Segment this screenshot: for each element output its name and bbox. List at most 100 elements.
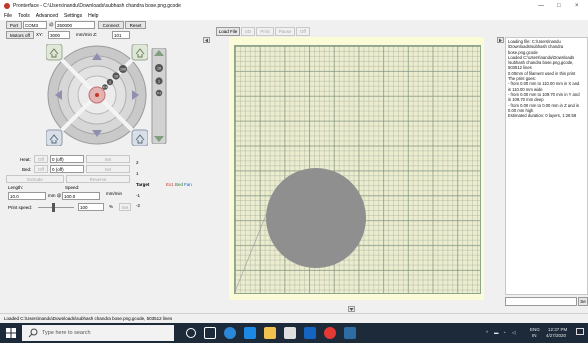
graph-legend-target: Target bbox=[136, 182, 150, 187]
minimize-button[interactable]: — bbox=[538, 3, 544, 9]
home-x-button[interactable] bbox=[46, 44, 63, 61]
word-icon[interactable] bbox=[344, 327, 356, 339]
home-z-button[interactable] bbox=[46, 129, 63, 146]
z-step-label-0-1: 0.1 bbox=[157, 91, 161, 95]
menu-bar: File Tools Advanced Settings Help bbox=[0, 12, 588, 20]
speed-unit-label: mm/min bbox=[106, 191, 122, 196]
bed-set-button[interactable]: Set bbox=[86, 165, 130, 173]
tray-chevron-icon[interactable]: ^ bbox=[486, 330, 488, 335]
menu-settings[interactable]: Settings bbox=[64, 13, 82, 19]
gcode-command-input[interactable] bbox=[505, 297, 577, 306]
taskbar-search-box[interactable]: Type here to search bbox=[22, 325, 174, 341]
print-speed-label: Print speed: bbox=[8, 205, 33, 210]
off-button[interactable]: Off bbox=[296, 27, 310, 36]
maximize-button[interactable]: □ bbox=[557, 3, 561, 9]
mail-icon[interactable] bbox=[304, 327, 316, 339]
print-speed-slider-thumb[interactable] bbox=[52, 203, 55, 212]
z-step-label-10: 10 bbox=[157, 67, 161, 71]
chrome-icon[interactable] bbox=[324, 327, 336, 339]
pronterface-app-icon bbox=[4, 3, 10, 9]
load-file-button[interactable]: Load File bbox=[216, 27, 240, 36]
reverse-button[interactable]: Reverse bbox=[66, 175, 130, 183]
edge-icon[interactable] bbox=[224, 327, 236, 339]
task-view-icon[interactable] bbox=[204, 327, 216, 339]
close-button[interactable]: × bbox=[575, 3, 579, 9]
reset-button[interactable]: Reset bbox=[125, 21, 146, 29]
clock-time[interactable]: 12:37 PM bbox=[548, 327, 567, 332]
search-placeholder: Type here to search bbox=[42, 330, 91, 336]
console-log[interactable]: Loading file: C:\Users\nandu \Downloads\… bbox=[505, 37, 588, 295]
plate-scroll-right-button[interactable] bbox=[497, 37, 504, 43]
scroll-left-arrow-icon bbox=[205, 38, 208, 42]
graph-tick-label: 2 bbox=[136, 160, 139, 165]
language-label[interactable]: ENG bbox=[530, 327, 540, 332]
step-label-10: 10 bbox=[114, 74, 118, 78]
plate-scroll-down-button[interactable] bbox=[348, 306, 355, 312]
print-speed-percent: % bbox=[109, 204, 114, 209]
z-speed-label: mm/min Z: bbox=[76, 32, 98, 37]
port-select[interactable]: COM3 bbox=[23, 21, 47, 29]
bed-label: Bed: bbox=[22, 167, 32, 172]
connect-button[interactable]: Connect bbox=[98, 21, 124, 29]
speed-label: Speed: bbox=[65, 185, 80, 190]
cortana-icon[interactable] bbox=[186, 328, 196, 338]
jog-center-dot bbox=[95, 93, 99, 97]
send-button[interactable]: Se bbox=[578, 297, 588, 306]
volume-icon[interactable]: ◁ bbox=[512, 330, 515, 336]
z-jog-control[interactable]: 10 1 0.1 bbox=[151, 48, 167, 144]
title-bar: Pronterface - C:\Users\nandu\Downloads\s… bbox=[0, 0, 588, 12]
clock-date[interactable]: 4/27/2020 bbox=[546, 333, 566, 338]
notification-icon[interactable] bbox=[576, 328, 584, 335]
xy-speed-label: XY: bbox=[36, 32, 44, 37]
gcode-preview bbox=[234, 168, 366, 294]
speed-input[interactable]: 100.0 bbox=[62, 192, 100, 200]
step-label-1: 1 bbox=[109, 80, 111, 84]
home-y-button[interactable] bbox=[131, 44, 148, 61]
log-line: - from 0.00 mm to 110.00 mm in X and bbox=[508, 81, 580, 87]
file-explorer-icon[interactable] bbox=[264, 327, 276, 339]
baud-at-label: @ bbox=[49, 22, 54, 27]
graph-legend-bed: Bed bbox=[175, 182, 184, 187]
bed-temp-select[interactable]: 0 (off) bbox=[50, 165, 84, 173]
window-title: Pronterface - C:\Users\nandu\Downloads\s… bbox=[13, 3, 181, 9]
print-button[interactable]: Print bbox=[256, 27, 274, 36]
menu-advanced[interactable]: Advanced bbox=[36, 13, 58, 19]
battery-icon[interactable]: ▬ bbox=[494, 330, 499, 335]
motors-off-button[interactable]: Motors off bbox=[6, 31, 34, 39]
search-icon bbox=[28, 328, 38, 338]
pause-button[interactable]: Pause bbox=[275, 27, 295, 36]
length-label: Length: bbox=[8, 185, 24, 190]
status-bar: Loaded C:\Users\nandu\Downloads\subhash … bbox=[0, 313, 588, 323]
store-bag-icon[interactable] bbox=[284, 327, 296, 339]
graph-legend-ex1: Ex1 bbox=[166, 182, 174, 187]
menu-tools[interactable]: Tools bbox=[18, 13, 30, 19]
home-all-button[interactable] bbox=[131, 129, 148, 146]
sd-button[interactable]: SD bbox=[241, 27, 255, 36]
windows-start-icon[interactable] bbox=[6, 328, 16, 338]
heat-temp-select[interactable]: 0 (off) bbox=[50, 155, 84, 163]
heat-label: Heat: bbox=[20, 157, 31, 162]
store-icon[interactable] bbox=[244, 327, 256, 339]
region-label[interactable]: IN bbox=[532, 333, 537, 338]
status-text: Loaded C:\Users\nandu\Downloads\subhash … bbox=[4, 316, 173, 321]
print-speed-slider-track[interactable] bbox=[38, 207, 74, 208]
print-speed-input[interactable]: 100 bbox=[78, 203, 104, 211]
network-icon[interactable]: ◔ bbox=[503, 330, 506, 335]
scroll-right-arrow-icon bbox=[499, 38, 502, 42]
plate-scroll-left-button[interactable] bbox=[203, 37, 210, 43]
extrude-button[interactable]: Extrude bbox=[6, 175, 64, 183]
port-button[interactable]: Port bbox=[6, 21, 22, 29]
print-speed-set-button[interactable]: Set bbox=[119, 203, 131, 211]
bed-off-button[interactable]: Off bbox=[34, 165, 48, 173]
xy-speed-input[interactable]: 3000 bbox=[48, 31, 70, 39]
baud-select[interactable]: 250000 bbox=[55, 21, 95, 29]
length-input[interactable]: 10.0 bbox=[8, 192, 46, 200]
heat-off-button[interactable]: Off bbox=[34, 155, 48, 163]
menu-help[interactable]: Help bbox=[88, 13, 98, 19]
heat-set-button[interactable]: Set bbox=[86, 155, 130, 163]
xy-jog-control[interactable]: 100 10 1 0.1 bbox=[46, 44, 148, 146]
length-unit-label: mm @ bbox=[48, 193, 62, 198]
menu-file[interactable]: File bbox=[4, 13, 12, 19]
z-speed-input[interactable]: 101 bbox=[112, 31, 130, 39]
scroll-down-arrow-icon bbox=[349, 307, 354, 311]
